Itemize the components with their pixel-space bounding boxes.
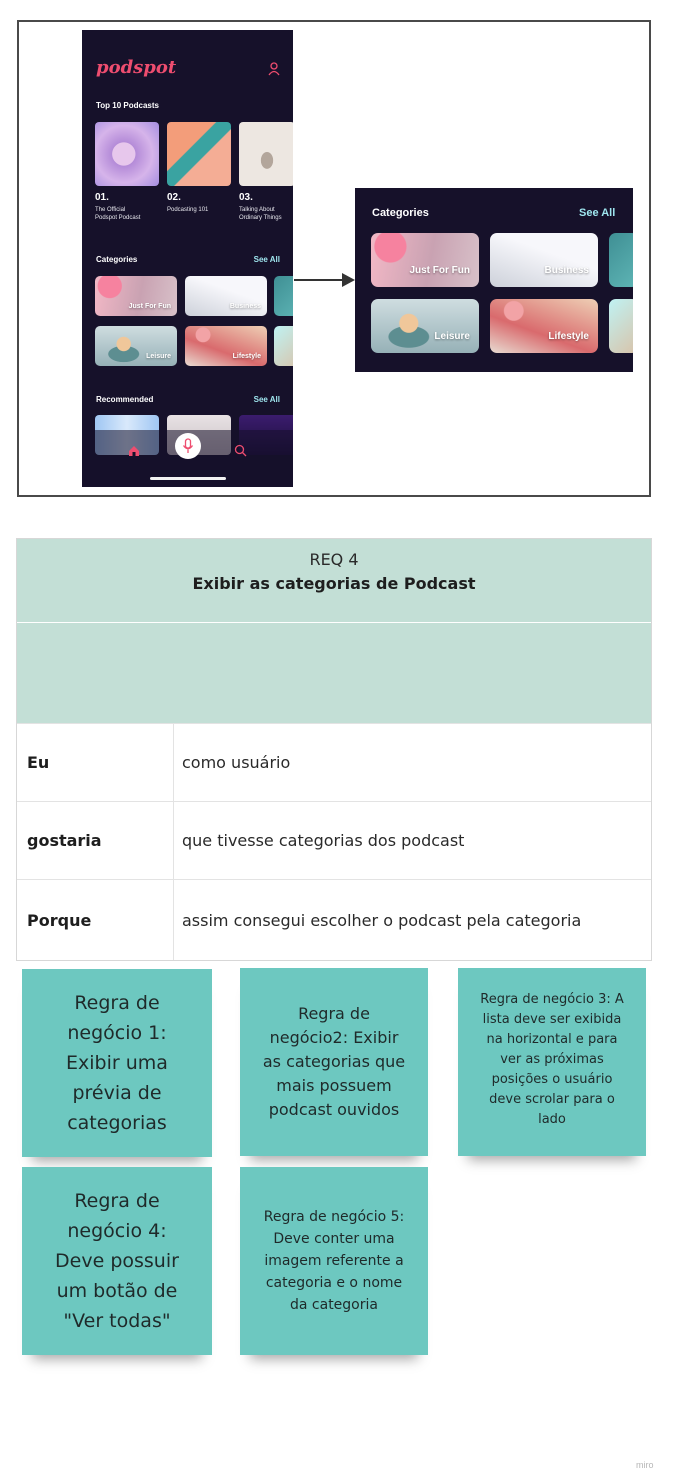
note-line: Regra de negócio 3: A xyxy=(480,992,624,1007)
note-line: da categoria xyxy=(290,1297,378,1313)
note-line: Regra de xyxy=(74,1190,160,1212)
phone-mockup: podspot Top 10 Podcasts 01. 02. 03. The … xyxy=(82,30,293,487)
podcast-cover-3[interactable] xyxy=(239,122,293,186)
note-line: podcast ouvidos xyxy=(268,1100,400,1119)
category-card-business[interactable]: Business xyxy=(185,276,267,316)
category-label: Leisure xyxy=(434,331,470,342)
home-indicator xyxy=(150,477,226,480)
note-line: negócio 4: xyxy=(67,1220,167,1242)
podcast-title-1: The Official Podspot Podcast xyxy=(95,207,141,221)
table-row: Porque assim consegui escolher o podcast… xyxy=(17,879,651,960)
sticky-note-rule-4[interactable]: Regra de negócio 4: Deve possuir um botã… xyxy=(22,1167,212,1355)
note-line: mais possuem xyxy=(276,1076,392,1095)
zoom-categories-title: Categories xyxy=(372,207,429,219)
category-label: Lifestyle xyxy=(232,353,261,360)
note-line: negócio2: Exibir xyxy=(269,1028,399,1047)
note-line: posições o usuário xyxy=(491,1072,613,1087)
requirement-blank-cell xyxy=(17,623,651,723)
top10-title: Top 10 Podcasts xyxy=(96,101,159,110)
sticky-note-rule-1[interactable]: Regra de negócio 1: Exibir uma prévia de… xyxy=(22,969,212,1157)
podcast-title-2: Podcasting 101 xyxy=(167,207,209,213)
microphone-icon xyxy=(182,438,194,453)
category-card-lifestyle[interactable]: Lifestyle xyxy=(185,326,267,366)
user-icon[interactable] xyxy=(268,62,280,76)
recommended-see-all-link[interactable]: See All xyxy=(254,395,280,404)
podcast-rank-2: 02. xyxy=(167,192,181,203)
recommended-title: Recommended xyxy=(96,395,154,404)
note-line: na horizontal e para xyxy=(486,1032,618,1047)
requirement-header: REQ 4 Exibir as categorias de Podcast xyxy=(17,539,651,623)
note-line: Regra de xyxy=(74,992,160,1014)
category-card-partial[interactable] xyxy=(274,326,293,366)
mic-button[interactable] xyxy=(175,433,201,459)
requirement-title: Exibir as categorias de Podcast xyxy=(192,574,476,593)
category-card-business[interactable]: Business xyxy=(490,233,598,287)
categories-zoom-panel: Categories See All Just For Fun Business… xyxy=(355,188,633,372)
note-line: Regra de negócio 5: xyxy=(263,1209,405,1225)
note-line: ver as próximas xyxy=(500,1052,604,1067)
row-key: Porque xyxy=(17,880,174,960)
categories-title: Categories xyxy=(96,255,138,264)
row-value: que tivesse categorias dos podcast xyxy=(182,831,465,850)
sticky-note-rule-2[interactable]: Regra de negócio2: Exibir as categorias … xyxy=(240,968,428,1156)
table-row: Eu como usuário xyxy=(17,723,651,801)
podcast-rank-3: 03. xyxy=(239,192,253,203)
note-line: Regra de xyxy=(298,1004,370,1023)
note-line: categorias xyxy=(67,1112,167,1134)
category-label: Business xyxy=(229,303,261,310)
category-label: Business xyxy=(544,265,589,276)
note-line: Deve conter uma xyxy=(273,1231,395,1247)
note-line: as categorias que xyxy=(262,1052,406,1071)
podcast-cover-2[interactable] xyxy=(167,122,231,186)
zoom-see-all-link[interactable]: See All xyxy=(579,207,615,219)
categories-see-all-link[interactable]: See All xyxy=(254,255,280,264)
note-line: deve scrolar para o xyxy=(489,1092,615,1107)
category-card-just-for-fun[interactable]: Just For Fun xyxy=(371,233,479,287)
category-card-partial[interactable] xyxy=(274,276,293,316)
note-line: lado xyxy=(538,1112,566,1127)
podcast-title-3: Talking About Ordinary Things xyxy=(239,207,282,221)
note-line: Exibir uma xyxy=(66,1052,168,1074)
row-value: como usuário xyxy=(182,753,291,772)
category-card-leisure[interactable]: Leisure xyxy=(371,299,479,353)
arrow-icon xyxy=(294,273,355,287)
category-card-partial[interactable] xyxy=(609,233,633,287)
podspot-logo: podspot xyxy=(96,57,177,78)
category-card-lifestyle[interactable]: Lifestyle xyxy=(490,299,598,353)
category-label: Just For Fun xyxy=(409,265,470,276)
category-card-partial[interactable] xyxy=(609,299,633,353)
category-card-leisure[interactable]: Leisure xyxy=(95,326,177,366)
note-line: "Ver todas" xyxy=(63,1310,171,1332)
note-line: lista deve ser exibida xyxy=(482,1012,622,1027)
note-line: negócio 1: xyxy=(67,1022,167,1044)
row-key: gostaria xyxy=(17,802,174,879)
category-label: Leisure xyxy=(146,353,171,360)
category-label: Lifestyle xyxy=(548,331,589,342)
sticky-note-rule-3[interactable]: Regra de negócio 3: A lista deve ser exi… xyxy=(458,968,646,1156)
requirement-id: REQ 4 xyxy=(309,550,359,569)
category-card-just-for-fun[interactable]: Just For Fun xyxy=(95,276,177,316)
note-line: categoria e o nome xyxy=(265,1275,403,1291)
miro-watermark: miro xyxy=(636,1460,654,1470)
podcast-rank-1: 01. xyxy=(95,192,109,203)
note-line: imagem referente a xyxy=(264,1253,404,1269)
note-line: prévia de xyxy=(72,1082,162,1104)
category-label: Just For Fun xyxy=(128,303,171,310)
row-key: Eu xyxy=(17,724,174,801)
note-line: Deve possuir xyxy=(55,1250,179,1272)
home-icon[interactable] xyxy=(128,445,140,457)
podcast-cover-1[interactable] xyxy=(95,122,159,186)
table-row: gostaria que tivesse categorias dos podc… xyxy=(17,801,651,879)
row-value: assim consegui escolher o podcast pela c… xyxy=(182,910,582,930)
sticky-note-rule-5[interactable]: Regra de negócio 5: Deve conter uma imag… xyxy=(240,1167,428,1355)
search-icon[interactable] xyxy=(234,444,247,457)
note-line: um botão de xyxy=(56,1280,178,1302)
requirement-table: REQ 4 Exibir as categorias de Podcast Eu… xyxy=(16,538,652,961)
